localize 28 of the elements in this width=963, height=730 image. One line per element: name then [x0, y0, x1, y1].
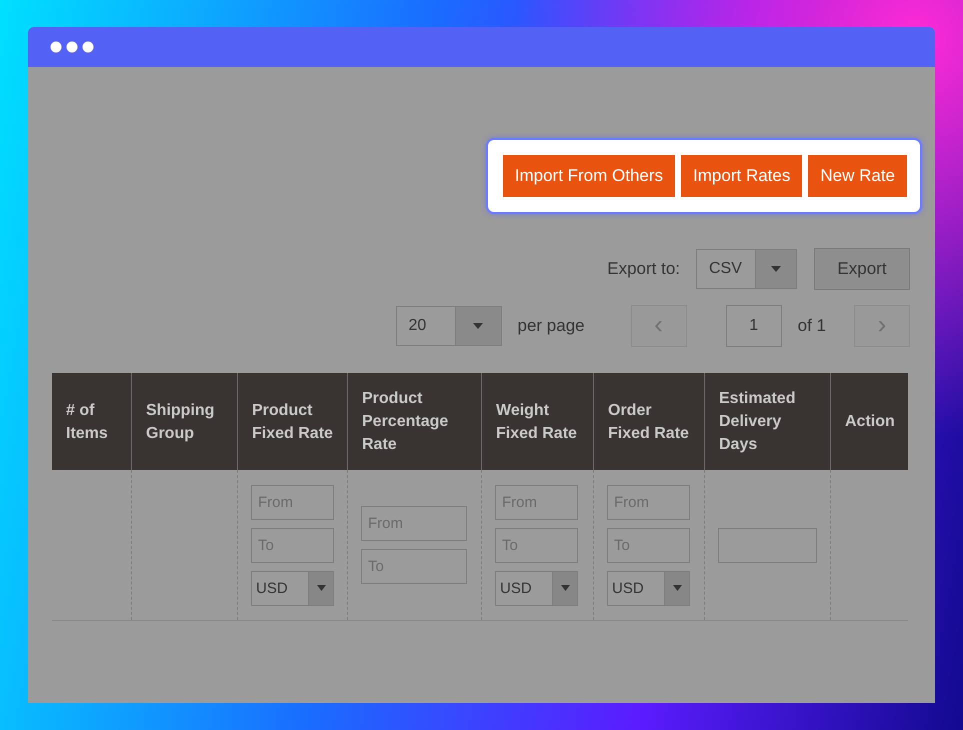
caret-icon	[672, 585, 682, 591]
window-dots-icon	[50, 41, 94, 53]
currency-select[interactable]: USD	[495, 570, 578, 606]
delivery-days-field[interactable]	[718, 528, 817, 562]
page-number-field[interactable]: 1	[726, 305, 782, 347]
caret-icon	[316, 585, 326, 591]
currency-select[interactable]: USD	[251, 570, 334, 606]
action-button[interactable]: Import From Others	[502, 155, 676, 197]
column-header: Shipping Group	[131, 373, 237, 470]
column-header: Product Percentage Rate	[347, 373, 481, 470]
action-button[interactable]: Import Rates	[681, 155, 802, 197]
column-header: Action	[830, 373, 908, 470]
column-header: # of Items	[65, 400, 109, 444]
format-select[interactable]: CSV	[696, 249, 797, 289]
column-header: Product Fixed Rate	[237, 373, 347, 470]
export-button[interactable]: Export	[814, 248, 910, 290]
page-size-select[interactable]: 20	[396, 306, 502, 346]
column-header: Estimated Delivery Days	[704, 373, 830, 470]
action-button[interactable]: New Rate	[808, 155, 907, 197]
currency-select[interactable]: USD	[607, 570, 690, 606]
export-label: Export to:	[607, 259, 680, 279]
column-header: Weight Fixed Rate	[481, 373, 593, 470]
caret-icon	[473, 323, 484, 329]
page-count-label: of 1	[798, 316, 826, 336]
caret-icon	[560, 585, 570, 591]
column-header: Order Fixed Rate	[593, 373, 704, 470]
per-page-label: per page	[518, 316, 585, 336]
caret-icon	[771, 266, 781, 272]
